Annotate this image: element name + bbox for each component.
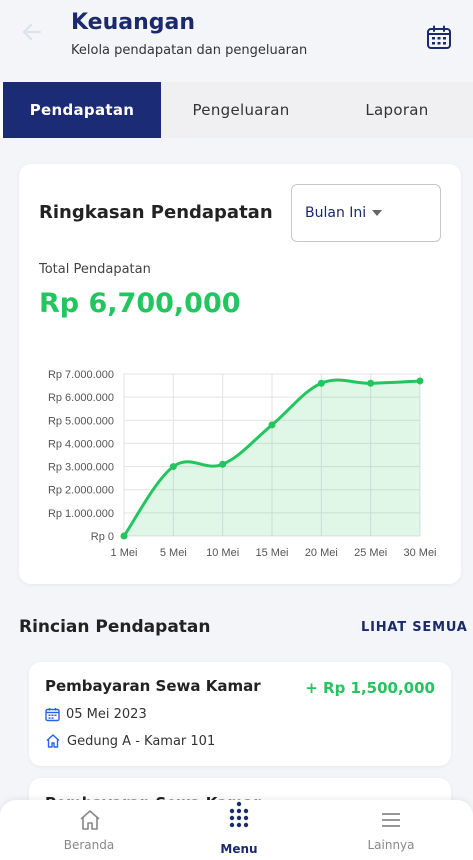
total-label: Total Pendapatan	[39, 262, 151, 277]
details-title: Rincian Pendapatan	[19, 617, 211, 637]
tab-laporan[interactable]: Laporan	[321, 82, 473, 138]
summary-card: Ringkasan Pendapatan Bulan Ini Total Pen…	[19, 164, 461, 584]
calendar-icon[interactable]	[426, 25, 452, 51]
caret-down-icon	[372, 210, 383, 216]
page-title: Keuangan	[71, 10, 196, 35]
tab-bar: Pendapatan Pengeluaran Laporan	[0, 82, 473, 138]
nav-label: Lainnya	[367, 838, 415, 852]
item-date: 05 Mei 2023	[66, 707, 147, 722]
data-point	[219, 460, 227, 468]
y-tick-label: Rp 1.000.000	[48, 508, 114, 520]
calendar-small-icon	[45, 708, 60, 722]
home-small-icon	[46, 734, 60, 748]
bottom-nav: Beranda Menu Lainnya	[0, 800, 473, 860]
item-location-row: Gedung A - Kamar 101	[45, 733, 215, 749]
home-icon	[80, 810, 100, 830]
nav-menu[interactable]: Menu	[184, 800, 294, 860]
item-amount: + Rp 1,500,000	[305, 679, 435, 697]
app-header: Keuangan Kelola pendapatan dan pengeluar…	[0, 0, 473, 82]
nav-beranda[interactable]: Beranda	[34, 800, 144, 860]
x-tick-label: 30 Mei	[403, 547, 436, 559]
period-value: Bulan Ini	[305, 205, 367, 221]
data-point	[268, 421, 276, 429]
y-tick-label: Rp 6.000.000	[48, 392, 114, 404]
tab-pendapatan[interactable]: Pendapatan	[3, 82, 161, 138]
nav-lainnya[interactable]: Lainnya	[336, 800, 446, 860]
nav-label: Menu	[220, 842, 258, 856]
y-tick-label: Rp 7.000.000	[48, 369, 114, 381]
item-location: Gedung A - Kamar 101	[67, 733, 216, 749]
tab-pengeluaran[interactable]: Pengeluaran	[161, 82, 321, 138]
data-point	[317, 379, 325, 387]
y-tick-label: Rp 2.000.000	[48, 485, 114, 497]
see-all-link[interactable]: LIHAT SEMUA	[361, 620, 468, 635]
income-line-chart: Rp 0 Rp 1.000.000 Rp 2.000.000 Rp 3.000.000…	[48, 369, 437, 559]
y-tick-label: Rp 0	[91, 531, 114, 543]
period-dropdown[interactable]: Bulan Ini	[291, 184, 441, 242]
data-point	[169, 463, 177, 471]
y-tick-label: Rp 3.000.000	[48, 462, 114, 474]
x-tick-label: 5 Mei	[160, 547, 187, 559]
nav-label: Beranda	[63, 838, 115, 852]
summary-title: Ringkasan Pendapatan	[39, 202, 273, 223]
hamburger-icon	[382, 813, 400, 827]
x-tick-label: 10 Mei	[206, 547, 239, 559]
x-tick-label: 25 Mei	[354, 547, 387, 559]
data-point	[120, 532, 128, 540]
page-subtitle: Kelola pendapatan dan pengeluaran	[71, 43, 308, 58]
data-point	[367, 379, 375, 387]
grid-dots-icon	[229, 801, 249, 828]
y-tick-label: Rp 5.000.000	[48, 415, 114, 427]
item-date-row: 05 Mei 2023	[45, 707, 147, 722]
back-arrow-icon[interactable]	[20, 20, 44, 44]
income-item[interactable]: Pembayaran Sewa Kamar + Rp 1,500,000 05 …	[29, 662, 451, 766]
x-tick-label: 15 Mei	[255, 547, 288, 559]
y-tick-label: Rp 4.000.000	[48, 438, 114, 450]
data-point	[416, 377, 424, 385]
total-value: Rp 6,700,000	[39, 288, 241, 319]
x-tick-label: 20 Mei	[305, 547, 338, 559]
item-title: Pembayaran Sewa Kamar	[45, 677, 261, 695]
x-tick-label: 1 Mei	[111, 547, 138, 559]
